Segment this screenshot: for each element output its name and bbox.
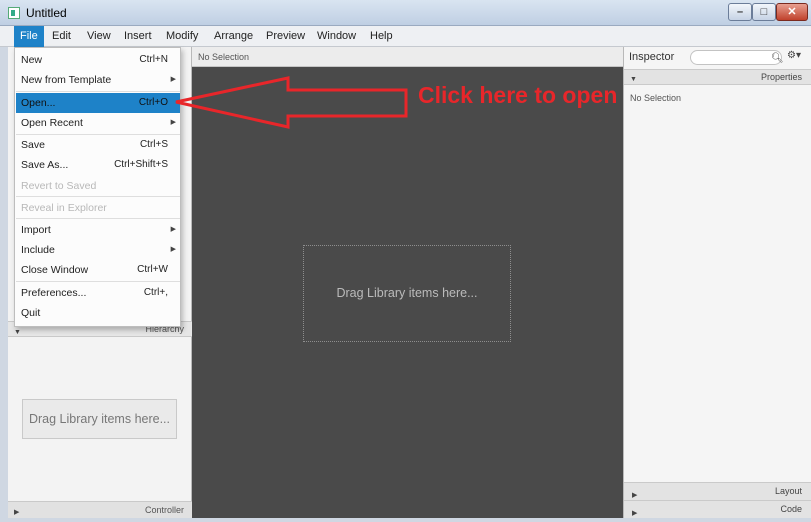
- menu-item-open[interactable]: Open... Ctrl+O: [16, 93, 180, 113]
- hierarchy-drop-zone[interactable]: Drag Library items here...: [22, 399, 177, 439]
- menu-item-import[interactable]: Import ▶: [16, 220, 180, 240]
- shortcut-label: Ctrl+O: [138, 97, 168, 108]
- inspector-no-selection: No Selection: [630, 93, 682, 103]
- shortcut-label: Ctrl+N: [139, 54, 168, 65]
- menu-file[interactable]: File: [14, 26, 44, 47]
- menu-item-save-as[interactable]: Save As... Ctrl+Shift+S: [16, 155, 180, 175]
- maximize-button[interactable]: □: [752, 3, 776, 21]
- app-icon: [8, 7, 20, 19]
- menu-item-new-from-template[interactable]: New from Template ▶: [16, 70, 180, 90]
- collapse-arrow-icon[interactable]: ▼: [630, 73, 637, 87]
- close-button[interactable]: ✕: [776, 3, 808, 21]
- menu-item-reveal-in-explorer: Reveal in Explorer: [21, 202, 107, 214]
- search-icon: 🔍︎: [771, 53, 784, 64]
- properties-label: Properties: [760, 72, 802, 82]
- code-label: Code: [780, 504, 802, 514]
- menu-window[interactable]: Window: [311, 26, 362, 47]
- menu-bar: File Edit View Insert Modify Arrange Pre…: [0, 26, 811, 47]
- menu-separator: [16, 281, 180, 282]
- menu-item-revert-to-saved: Revert to Saved: [21, 180, 97, 192]
- menu-edit[interactable]: Edit: [46, 26, 77, 47]
- layout-header[interactable]: ▶ Layout: [624, 482, 811, 500]
- minimize-button[interactable]: –: [728, 3, 752, 21]
- inspector-search-input[interactable]: 🔍︎: [690, 50, 784, 65]
- shortcut-label: Ctrl+S: [139, 139, 168, 150]
- menu-preview[interactable]: Preview: [260, 26, 311, 47]
- controller-label: Controller: [144, 505, 184, 515]
- menu-item-open-recent[interactable]: Open Recent ▶: [16, 113, 180, 133]
- content-canvas[interactable]: Drag Library items here...: [192, 67, 623, 518]
- menu-item-save[interactable]: Save Ctrl+S: [16, 135, 180, 155]
- menu-item-quit[interactable]: Quit: [16, 303, 180, 323]
- annotation-arrow-icon: [175, 76, 408, 129]
- annotation-text: Click here to open: [418, 82, 618, 108]
- menu-item-label: Save: [21, 139, 45, 151]
- inspector-panel: Inspector 🔍︎ ⚙▾ ▼ Properties No Selectio…: [623, 47, 811, 518]
- menu-separator: [16, 196, 180, 197]
- menu-item-label: Open...: [21, 97, 56, 109]
- menu-separator: [16, 91, 180, 92]
- menu-item-label: New: [21, 54, 43, 66]
- menu-item-label: Import: [21, 224, 51, 236]
- submenu-arrow-icon: ▶: [170, 226, 176, 233]
- inspector-title: Inspector: [629, 51, 675, 63]
- title-bar: Untitled – □ ✕: [0, 0, 811, 26]
- menu-item-label: Save As...: [21, 159, 69, 171]
- code-header[interactable]: ▶ Code: [624, 500, 811, 518]
- submenu-arrow-icon: ▶: [170, 246, 176, 253]
- shortcut-label: Ctrl+,: [143, 287, 168, 298]
- menu-insert[interactable]: Insert: [118, 26, 158, 47]
- gear-icon[interactable]: ⚙▾: [787, 50, 801, 61]
- menu-item-include[interactable]: Include ▶: [16, 240, 180, 260]
- menu-item-label: New from Template: [21, 74, 112, 86]
- menu-help[interactable]: Help: [364, 26, 399, 47]
- menu-arrange[interactable]: Arrange: [208, 26, 259, 47]
- menu-item-label: Close Window: [21, 264, 89, 276]
- selection-bar: No Selection: [192, 47, 623, 67]
- menu-item-preferences[interactable]: Preferences... Ctrl+,: [16, 283, 180, 303]
- controller-header[interactable]: ▶ Controller: [8, 501, 192, 518]
- expand-arrow-icon[interactable]: ▶: [14, 505, 19, 521]
- properties-header[interactable]: ▼ Properties: [624, 69, 811, 85]
- menu-modify[interactable]: Modify: [160, 26, 204, 47]
- menu-item-label: Open Recent: [21, 117, 83, 129]
- menu-item-new[interactable]: New Ctrl+N: [16, 50, 180, 70]
- file-menu-dropdown: New Ctrl+N New from Template ▶ Open... C…: [14, 47, 181, 327]
- shortcut-label: Ctrl+W: [137, 264, 168, 275]
- menu-item-label: Preferences...: [21, 287, 87, 299]
- expand-arrow-icon[interactable]: ▶: [632, 505, 637, 522]
- menu-separator: [16, 218, 180, 219]
- collapse-arrow-icon[interactable]: ▼: [14, 326, 21, 340]
- menu-item-close-window[interactable]: Close Window Ctrl+W: [16, 260, 180, 280]
- menu-item-label: Include: [21, 244, 55, 256]
- menu-view[interactable]: View: [81, 26, 117, 47]
- canvas-drop-zone[interactable]: Drag Library items here...: [303, 245, 511, 342]
- window-title: Untitled: [26, 6, 67, 20]
- layout-label: Layout: [774, 486, 802, 496]
- shortcut-label: Ctrl+Shift+S: [114, 159, 168, 170]
